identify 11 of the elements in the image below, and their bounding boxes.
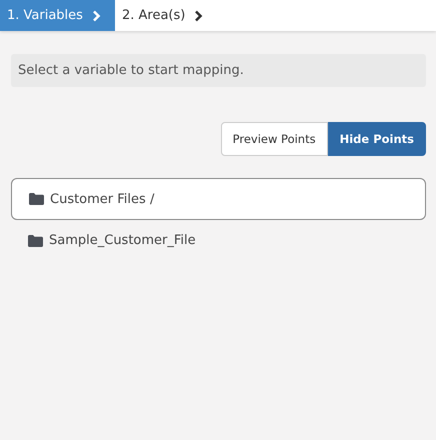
info-message: Select a variable to start mapping. — [11, 54, 426, 87]
folder-icon — [29, 193, 44, 205]
step-tab[interactable]: 2. Area(s) — [114, 0, 218, 31]
folder-path: Customer Files / — [50, 192, 154, 206]
points-button[interactable]: Preview Points — [220, 122, 328, 156]
chevron-icon — [92, 10, 101, 22]
folder-item[interactable]: Sample_Customer_File — [49, 233, 196, 248]
points-button[interactable]: Hide Points — [328, 122, 426, 156]
folder-icon — [28, 234, 43, 246]
chevron-icon — [194, 10, 204, 22]
step-tab[interactable]: 1. Variables — [0, 0, 115, 31]
